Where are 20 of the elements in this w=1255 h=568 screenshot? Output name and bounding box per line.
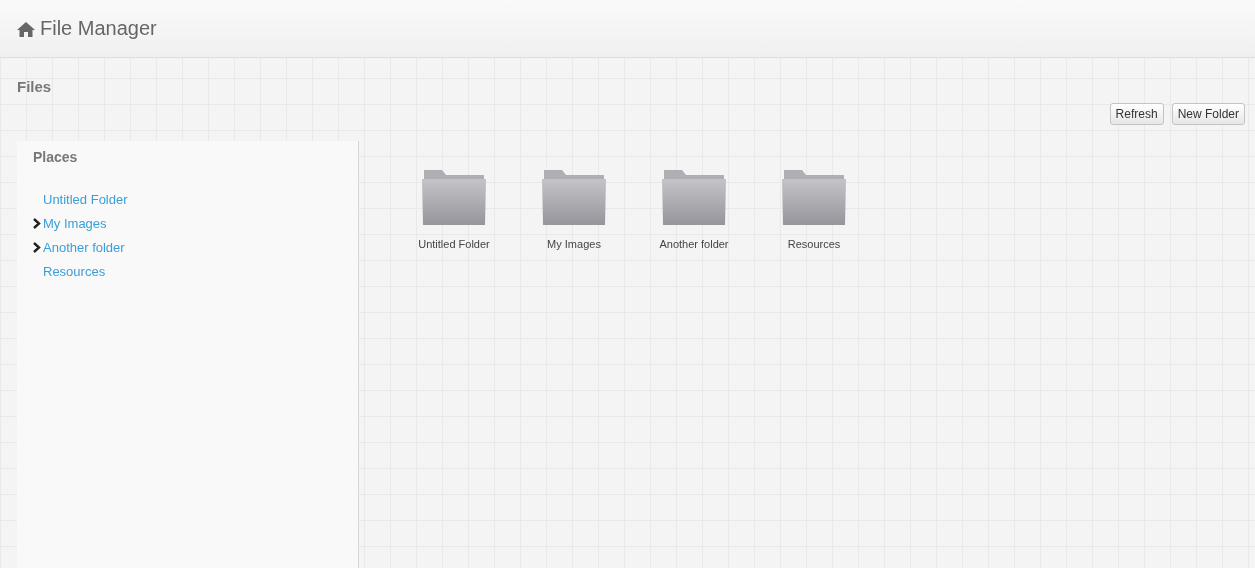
folder-icon[interactable] [421,168,487,226]
folder-link[interactable]: Another folder [43,239,125,255]
folder-icon[interactable] [781,168,847,226]
toolbar-button[interactable]: New Folder [1171,103,1245,125]
folder-name: My Images [547,238,601,250]
folder-name: Untitled Folder [418,238,490,250]
folder-link[interactable]: Untitled Folder [43,191,128,207]
folder-name: Resources [787,238,841,250]
home-icon [17,20,35,37]
folder-name: Another folder [659,238,729,250]
folder-icon[interactable] [541,168,607,226]
folder-link[interactable]: Resources [43,263,106,279]
folder-icon[interactable] [661,168,727,226]
folder-link[interactable]: My Images [43,215,107,231]
chevron-icon[interactable] [33,217,41,229]
toolbar-button[interactable]: Refresh [1109,103,1164,125]
chevron-icon[interactable] [33,241,41,253]
section-title: Files [16,77,53,95]
app-title: File Manager [40,17,157,40]
panel-title: Places [33,149,79,165]
